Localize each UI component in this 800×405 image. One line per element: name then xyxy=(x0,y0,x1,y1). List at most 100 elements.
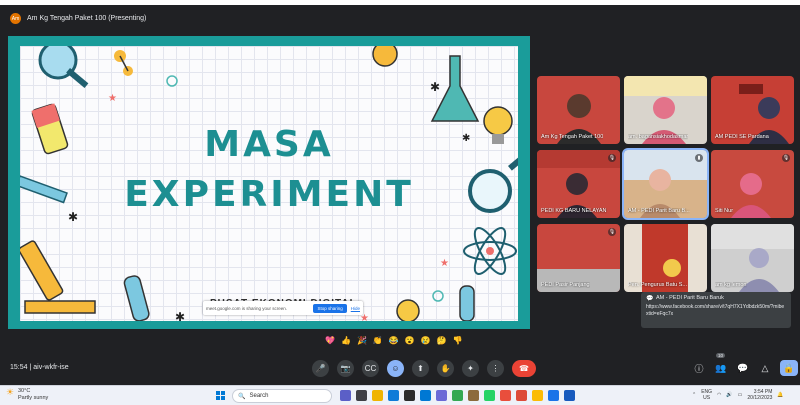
app-icon[interactable] xyxy=(548,390,559,401)
app-icon[interactable] xyxy=(500,390,511,401)
notification-icon[interactable]: 🔔 xyxy=(777,392,783,398)
hide-link[interactable]: Hide xyxy=(351,306,360,311)
reaction-laugh-icon[interactable]: 😂 xyxy=(389,336,399,345)
participant-name: Siti Nur xyxy=(715,208,734,214)
effects-button[interactable]: ✦ xyxy=(462,360,479,377)
participant-tile[interactable]: Am Kg Tengah Paket 100 xyxy=(537,76,620,144)
reaction-party-icon[interactable]: 🎉 xyxy=(357,336,367,345)
speaking-icon: ▮ xyxy=(695,154,703,162)
presenter-label: Am Kg Tengah Paket 100 (Presenting) xyxy=(27,15,147,22)
stop-sharing-button[interactable]: Stop sharing xyxy=(313,303,347,313)
participant-name: am. bagansiakhodasmar xyxy=(628,134,689,140)
word-icon[interactable] xyxy=(564,390,575,401)
chat-icon: 💬 xyxy=(646,296,654,302)
end-call-button[interactable]: ☎ xyxy=(512,360,536,377)
people-icon: 👥 xyxy=(715,362,727,373)
captions-icon: CC xyxy=(364,364,377,373)
taskbar-apps xyxy=(340,390,575,401)
language-indicator[interactable]: ENG US xyxy=(701,389,712,401)
participant-tile[interactable]: 🎙 Siti Nur xyxy=(711,150,794,218)
reactions-button[interactable]: ☺ xyxy=(387,360,404,377)
lock-person-icon: 🔒 xyxy=(783,362,795,373)
teams-app-icon[interactable] xyxy=(340,390,351,401)
search-placeholder: Search xyxy=(249,393,269,399)
start-button[interactable] xyxy=(216,391,225,400)
weather-widget[interactable]: ☀ 30°C Partly sunny xyxy=(6,388,48,402)
reaction-thinking-icon[interactable]: 🤔 xyxy=(437,336,447,345)
raise-hand-button[interactable]: ✋ xyxy=(437,360,454,377)
participant-count: 10 xyxy=(716,353,726,358)
mic-button[interactable]: 🎤 xyxy=(312,360,329,377)
participant-tile[interactable]: AM PEDI SE Pardana xyxy=(711,76,794,144)
info-icon: ⓘ xyxy=(694,363,704,374)
meet-window: Am Am Kg Tengah Paket 100 (Presenting) ★… xyxy=(0,0,800,385)
svg-text:✱: ✱ xyxy=(175,310,185,321)
hand-icon: ✋ xyxy=(440,364,451,373)
participant-tile[interactable]: ▮ AM - PEDI Parit Baru B... xyxy=(622,148,709,220)
host-controls-button[interactable]: 🔒 xyxy=(780,360,798,376)
participant-tile[interactable]: 🎙 PEDI Pasir Panjang xyxy=(537,224,620,292)
taskbar-search[interactable]: 🔍 Search xyxy=(232,389,332,403)
slide-title-line2: EXPERIMENT xyxy=(124,174,414,215)
mic-muted-icon: 🎙 xyxy=(608,154,616,162)
chat-notification[interactable]: 💬 AM - PEDI Parit Baru Baruk https://www… xyxy=(641,292,791,328)
task-view-icon[interactable] xyxy=(356,390,367,401)
present-button[interactable]: ⬆ xyxy=(412,360,429,377)
top-strip xyxy=(0,0,800,5)
participant-tile[interactable]: Pen. Pengurus Batu S... xyxy=(624,224,707,292)
app-icon[interactable] xyxy=(436,390,447,401)
chevron-up-icon[interactable]: ⌃ xyxy=(692,392,696,398)
participant-name: PEDI Pasir Panjang xyxy=(541,282,590,288)
svg-text:★: ★ xyxy=(108,93,117,104)
file-explorer-icon[interactable] xyxy=(372,390,383,401)
participant-tile[interactable]: 🎙 PEDI KG BARU NELAYAN xyxy=(537,150,620,218)
chat-button[interactable]: 💬 xyxy=(736,360,750,376)
activities-button[interactable]: △ xyxy=(758,360,772,376)
edge-browser-icon[interactable] xyxy=(388,390,399,401)
svg-text:★: ★ xyxy=(440,258,449,269)
people-button[interactable]: 10 👥 xyxy=(714,353,728,376)
side-controls: ⓘ 10 👥 💬 △ 🔒 xyxy=(692,353,798,376)
app-icon[interactable] xyxy=(516,390,527,401)
reaction-bar: 💖 👍 🎉 👏 😂 😮 😢 🤔 👎 xyxy=(325,336,463,345)
windows-taskbar: ☀ 30°C Partly sunny 🔍 Search ⌃ ENG US ◠ … xyxy=(0,385,800,405)
phone-hangup-icon: ☎ xyxy=(519,364,529,373)
volume-icon[interactable]: 🔊 xyxy=(726,392,732,398)
reaction-clap-icon[interactable]: 👏 xyxy=(373,336,383,345)
participant-tile[interactable]: am kg lemon xyxy=(711,224,794,292)
reaction-heart-icon[interactable]: 💖 xyxy=(325,336,335,345)
app-icon[interactable] xyxy=(404,390,415,401)
search-icon: 🔍 xyxy=(238,393,246,400)
battery-icon[interactable]: ▭ xyxy=(738,392,743,398)
reaction-thumbs-down-icon[interactable]: 👎 xyxy=(453,336,463,345)
present-icon: ⬆ xyxy=(417,364,424,373)
more-options-button[interactable]: ⋮ xyxy=(487,360,504,377)
captions-button[interactable]: CC xyxy=(362,360,379,377)
mail-icon[interactable] xyxy=(420,390,431,401)
system-tray: ⌃ ENG US ◠ 🔊 ▭ 3:54 PM 20/12/2023 🔔 xyxy=(692,389,784,401)
chat-message: https://www.facebook.com/share/v/t7qH7X1… xyxy=(646,304,785,317)
camera-icon: 📷 xyxy=(340,364,351,373)
screen-share-bar: meet.google.com is sharing your screen. … xyxy=(203,301,363,315)
whatsapp-icon[interactable] xyxy=(484,390,495,401)
meeting-code: aiv-wkfr-ise xyxy=(33,364,69,371)
chrome-canary-icon[interactable] xyxy=(532,390,543,401)
participant-name: PEDI KG BARU NELAYAN xyxy=(541,208,607,214)
camera-button[interactable]: 📷 xyxy=(337,360,354,377)
wifi-icon[interactable]: ◠ xyxy=(717,392,721,398)
participant-name: Am Kg Tengah Paket 100 xyxy=(541,134,604,140)
meeting-time: 15:54 xyxy=(10,364,28,371)
clock[interactable]: 3:54 PM 20/12/2023 xyxy=(747,389,772,401)
participant-tile[interactable]: am. bagansiakhodasmar xyxy=(624,76,707,144)
slide-canvas: ★ ✱ ✱ ✱ ✱ ★ ★ MASA EXPERIMENT meet.googl… xyxy=(20,46,518,321)
weather-desc: Partly sunny xyxy=(18,395,49,401)
reaction-sad-icon[interactable]: 😢 xyxy=(421,336,431,345)
reaction-surprised-icon[interactable]: 😮 xyxy=(405,336,415,345)
app-icon[interactable] xyxy=(468,390,479,401)
meeting-separator: | xyxy=(29,364,32,371)
reaction-thumbs-up-icon[interactable]: 👍 xyxy=(341,336,351,345)
emoji-icon: ☺ xyxy=(391,364,400,373)
info-button[interactable]: ⓘ xyxy=(692,360,706,376)
slide-title-line1: MASA xyxy=(204,124,334,165)
chrome-icon[interactable] xyxy=(452,390,463,401)
